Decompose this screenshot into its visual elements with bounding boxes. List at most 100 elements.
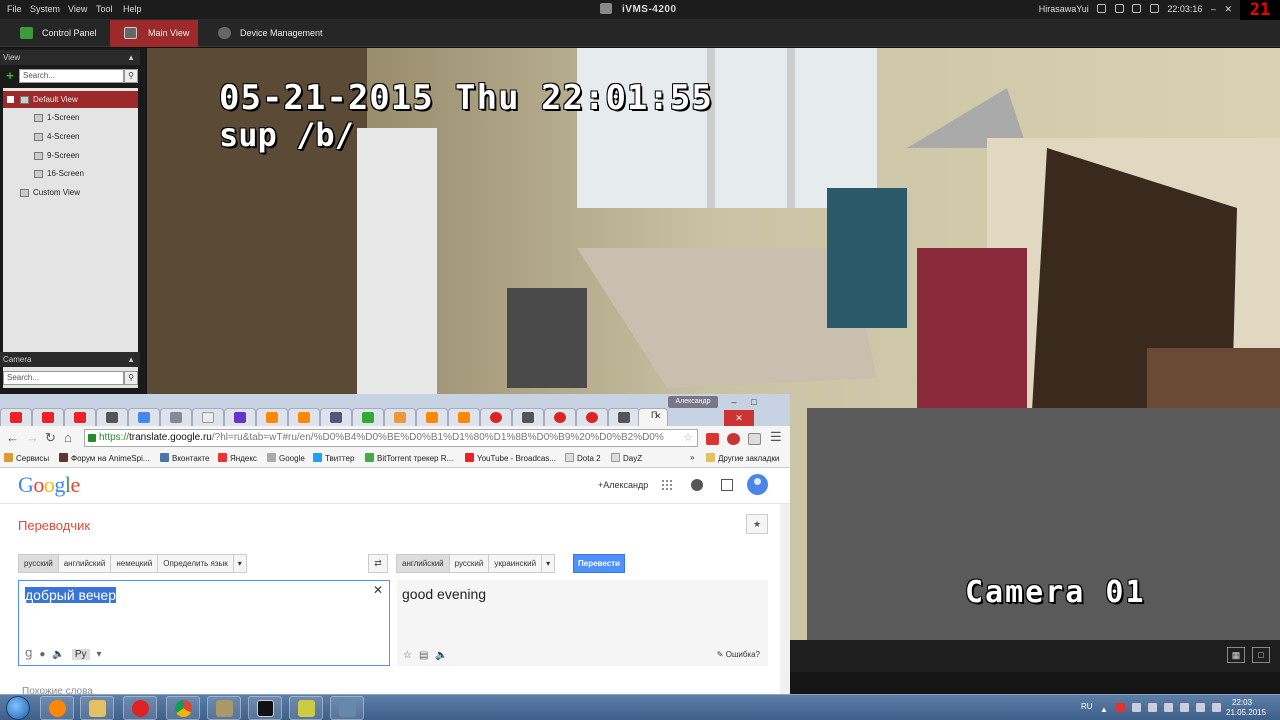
extension-icon[interactable] — [748, 433, 761, 445]
browser-tab[interactable] — [256, 408, 288, 426]
browser-tab[interactable] — [32, 408, 64, 426]
view-panel-header[interactable]: View ▲ — [0, 50, 140, 65]
browser-tab[interactable] — [160, 408, 192, 426]
close-icon[interactable]: ✕ — [724, 410, 754, 426]
fullscreen-icon[interactable]: □ — [1252, 647, 1270, 663]
tray-app-icon[interactable] — [1164, 703, 1173, 712]
bookmark-star-icon[interactable]: ☆ — [683, 430, 693, 446]
minimize-icon[interactable]: – — [724, 394, 744, 410]
browser-tab[interactable] — [544, 408, 576, 426]
browser-tab[interactable] — [576, 408, 608, 426]
avatar[interactable] — [747, 474, 768, 495]
google-logo[interactable]: Google — [18, 472, 80, 498]
bookmark-other[interactable]: Другие закладки — [706, 453, 779, 463]
browser-tab[interactable] — [288, 408, 320, 426]
page-scrollbar[interactable] — [780, 504, 790, 694]
tab-control-panel[interactable]: Control Panel — [0, 20, 110, 47]
tray-app-icon[interactable] — [1116, 703, 1125, 712]
bookmark-yandex[interactable]: Яндекс — [218, 453, 257, 463]
notifications-icon[interactable] — [691, 479, 703, 491]
report-error-link[interactable]: ✎ Ошибка? — [717, 650, 760, 659]
browser-tab[interactable] — [0, 408, 32, 426]
browser-tab[interactable] — [352, 408, 384, 426]
camera-search-input[interactable]: Search... — [3, 371, 124, 385]
back-icon[interactable]: ← — [6, 430, 19, 445]
collapse-up-icon[interactable]: ▲ — [127, 352, 135, 367]
target-lang-russian[interactable]: русский — [450, 555, 490, 572]
minimize-icon[interactable]: – — [1211, 4, 1216, 14]
source-text-input[interactable]: добрый вечер — [25, 587, 116, 603]
browser-tab[interactable] — [64, 408, 96, 426]
speaker-icon[interactable]: 🔈 — [52, 649, 64, 660]
google-plus-user-link[interactable]: +Александр — [598, 480, 648, 490]
browser-tab[interactable] — [384, 408, 416, 426]
source-text-box[interactable]: добрый вечер ✕ Ɡ ● 🔈 Ру ▾ — [18, 580, 390, 666]
tree-item-9-screen[interactable]: 9-Screen — [3, 147, 138, 164]
browser-tab[interactable] — [608, 408, 640, 426]
taskbar-app[interactable] — [289, 696, 323, 720]
tray-app-icon[interactable] — [1148, 703, 1157, 712]
menu-help[interactable]: Help — [123, 4, 142, 14]
source-lang-russian[interactable]: русский — [19, 555, 59, 572]
browser-tab[interactable] — [96, 408, 128, 426]
bookmark-dota2[interactable]: Dota 2 — [565, 453, 601, 463]
browser-tab[interactable] — [128, 408, 160, 426]
start-button-icon[interactable] — [6, 696, 30, 720]
handwriting-icon[interactable]: Ɡ — [25, 649, 32, 660]
menu-view[interactable]: View — [68, 4, 87, 14]
taskbar-explorer[interactable] — [80, 696, 114, 720]
microphone-icon[interactable]: ● — [39, 649, 45, 660]
bookmark-bittorrent[interactable]: BitTorrent трекер R... — [365, 453, 453, 463]
copy-icon[interactable]: ▤ — [419, 650, 428, 661]
forward-icon[interactable]: → — [26, 430, 39, 445]
browser-tab[interactable] — [448, 408, 480, 426]
flag-icon[interactable] — [1196, 703, 1205, 712]
tab-close-icon[interactable]: ✕ — [654, 411, 662, 422]
search-icon[interactable]: ⚲ — [124, 69, 138, 83]
source-lang-english[interactable]: английский — [59, 555, 112, 572]
collapse-box-icon[interactable] — [7, 96, 14, 103]
browser-tab[interactable] — [416, 408, 448, 426]
taskbar-media-player[interactable] — [40, 696, 74, 720]
clear-text-icon[interactable]: ✕ — [373, 583, 383, 597]
show-hidden-icons-chevron[interactable]: ▲ — [1100, 705, 1109, 714]
swap-languages-icon[interactable]: ⇄ — [368, 554, 388, 573]
chrome-profile-badge[interactable]: Александр — [668, 396, 718, 408]
translate-button[interactable]: Перевести — [573, 554, 625, 573]
bookmark-services[interactable]: Сервисы — [4, 453, 49, 463]
menu-file[interactable]: File — [7, 4, 22, 14]
view-search-input[interactable]: Search... — [19, 69, 124, 83]
gmail-icon[interactable] — [706, 433, 719, 445]
bookmark-animespirit[interactable]: Форум на AnimeSpi... — [59, 453, 150, 463]
taskbar-opera[interactable] — [123, 696, 157, 720]
bookmark-twitter[interactable]: Твиттер — [313, 453, 354, 463]
browser-tab[interactable] — [512, 408, 544, 426]
taskbar-terminal[interactable] — [248, 696, 282, 720]
browser-tab[interactable] — [192, 408, 224, 426]
volume-icon[interactable] — [1212, 703, 1221, 712]
browser-tab-active[interactable]: П — [638, 408, 668, 426]
search-icon[interactable]: ⚲ — [124, 371, 138, 385]
lock-icon[interactable] — [1097, 4, 1107, 13]
add-view-icon[interactable]: + — [3, 69, 17, 83]
chrome-menu-icon[interactable]: ☰ — [770, 429, 782, 445]
chevron-down-icon[interactable]: ▾ — [234, 555, 246, 572]
taskbar-clock-date[interactable]: 21.05.2015 — [1226, 708, 1266, 717]
share-plus-icon[interactable] — [721, 479, 733, 491]
speaker-icon[interactable]: 🔈 — [435, 650, 447, 661]
tree-item-default-view[interactable]: Default View — [3, 91, 138, 108]
target-lang-ukrainian[interactable]: украинский — [489, 555, 543, 572]
taskbar-app[interactable] — [207, 696, 241, 720]
menu-tool[interactable]: Tool — [96, 4, 113, 14]
input-tools-language[interactable]: Ру — [71, 649, 90, 660]
taskbar-chrome[interactable] — [166, 696, 200, 720]
phrasebook-icon[interactable]: ★ — [746, 514, 768, 534]
close-icon[interactable]: ✕ — [1224, 4, 1232, 14]
reload-icon[interactable]: ↻ — [45, 430, 56, 446]
target-lang-english[interactable]: английский — [397, 555, 450, 572]
bookmark-google[interactable]: Google — [267, 453, 305, 463]
bookmark-vkontakte[interactable]: Вконтакте — [160, 453, 209, 463]
tree-item-16-screen[interactable]: 16-Screen — [3, 165, 138, 182]
restore-icon[interactable]: □ — [744, 394, 764, 410]
input-language[interactable]: RU — [1081, 702, 1093, 711]
